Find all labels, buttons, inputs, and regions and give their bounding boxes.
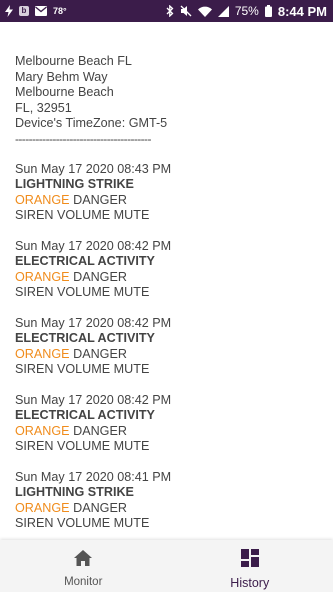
event-level: ORANGE DANGER <box>15 501 320 517</box>
event-list: Sun May 17 2020 08:43 PM LIGHTNING STRIK… <box>15 162 320 532</box>
event-level: ORANGE DANGER <box>15 270 320 286</box>
event-item: Sun May 17 2020 08:43 PM LIGHTNING STRIK… <box>15 162 320 224</box>
nav-monitor-label: Monitor <box>64 576 103 588</box>
flash-icon <box>5 5 13 17</box>
event-level-text: DANGER <box>69 346 127 361</box>
home-icon <box>73 549 93 572</box>
status-bar-right: 75% 8:44 PM <box>166 4 327 19</box>
event-time: Sun May 17 2020 08:43 PM <box>15 161 172 176</box>
battery-icon <box>264 5 272 17</box>
siren-status: SIREN VOLUME MUTE <box>15 439 150 453</box>
location-street: Mary Behm Way <box>15 69 108 84</box>
temperature-readout: 78° <box>53 6 67 16</box>
siren-status: SIREN VOLUME MUTE <box>15 285 150 299</box>
battery-percent: 75% <box>234 4 259 18</box>
siren-status: SIREN VOLUME MUTE <box>15 516 150 530</box>
b-app-icon: b <box>19 6 29 16</box>
nav-monitor[interactable]: Monitor <box>0 540 167 592</box>
mute-icon <box>180 5 192 17</box>
event-level: ORANGE DANGER <box>15 193 320 209</box>
location-town: Melbourne Beach <box>15 85 114 99</box>
wifi-icon <box>197 6 212 17</box>
event-type: ELECTRICAL ACTIVITY <box>15 408 155 422</box>
signal-icon <box>217 5 229 17</box>
event-type: ELECTRICAL ACTIVITY <box>15 254 155 268</box>
event-item: Sun May 17 2020 08:42 PM ELECTRICAL ACTI… <box>15 239 320 301</box>
location-state-zip: FL, 32951 <box>15 100 72 115</box>
event-level-text: DANGER <box>69 192 127 207</box>
event-level-color: ORANGE <box>15 346 70 361</box>
event-level-text: DANGER <box>69 423 127 438</box>
bluetooth-icon <box>166 5 174 17</box>
history-content: Melbourne Beach FL Mary Behm Way Melbour… <box>15 54 320 547</box>
event-type: ELECTRICAL ACTIVITY <box>15 331 155 345</box>
event-level-color: ORANGE <box>15 192 70 207</box>
nav-history-label: History <box>230 576 270 590</box>
dashboard-icon <box>240 549 259 572</box>
event-item: Sun May 17 2020 08:42 PM ELECTRICAL ACTI… <box>15 393 320 455</box>
event-time: Sun May 17 2020 08:41 PM <box>15 469 172 484</box>
status-bar: b 78° 75% 8:44 PM <box>0 0 333 22</box>
siren-status: SIREN VOLUME MUTE <box>15 208 150 222</box>
event-time: Sun May 17 2020 08:42 PM <box>15 238 172 253</box>
event-level-color: ORANGE <box>15 500 70 515</box>
event-item: Sun May 17 2020 08:42 PM ELECTRICAL ACTI… <box>15 316 320 378</box>
bottom-navigation: Monitor History <box>0 540 333 592</box>
event-type: LIGHTNING STRIKE <box>15 485 134 499</box>
siren-status: SIREN VOLUME MUTE <box>15 362 150 376</box>
event-level-color: ORANGE <box>15 423 70 438</box>
section-divider: ---------------------------------------- <box>15 131 151 146</box>
event-level-text: DANGER <box>69 269 127 284</box>
clock: 8:44 PM <box>277 3 327 19</box>
event-level-color: ORANGE <box>15 269 70 284</box>
location-city: Melbourne Beach FL <box>15 54 132 68</box>
mail-icon <box>35 6 47 16</box>
status-bar-left: b 78° <box>5 5 67 17</box>
nav-history[interactable]: History <box>167 540 333 592</box>
device-timezone: Device's TimeZone: GMT-5 <box>15 116 168 130</box>
event-time: Sun May 17 2020 08:42 PM <box>15 392 172 407</box>
event-time: Sun May 17 2020 08:42 PM <box>15 315 172 330</box>
event-level: ORANGE DANGER <box>15 424 320 440</box>
event-type: LIGHTNING STRIKE <box>15 177 134 191</box>
location-block: Melbourne Beach FL Mary Behm Way Melbour… <box>15 54 320 146</box>
event-level: ORANGE DANGER <box>15 347 320 363</box>
event-level-text: DANGER <box>69 500 127 515</box>
event-item: Sun May 17 2020 08:41 PM LIGHTNING STRIK… <box>15 470 320 532</box>
